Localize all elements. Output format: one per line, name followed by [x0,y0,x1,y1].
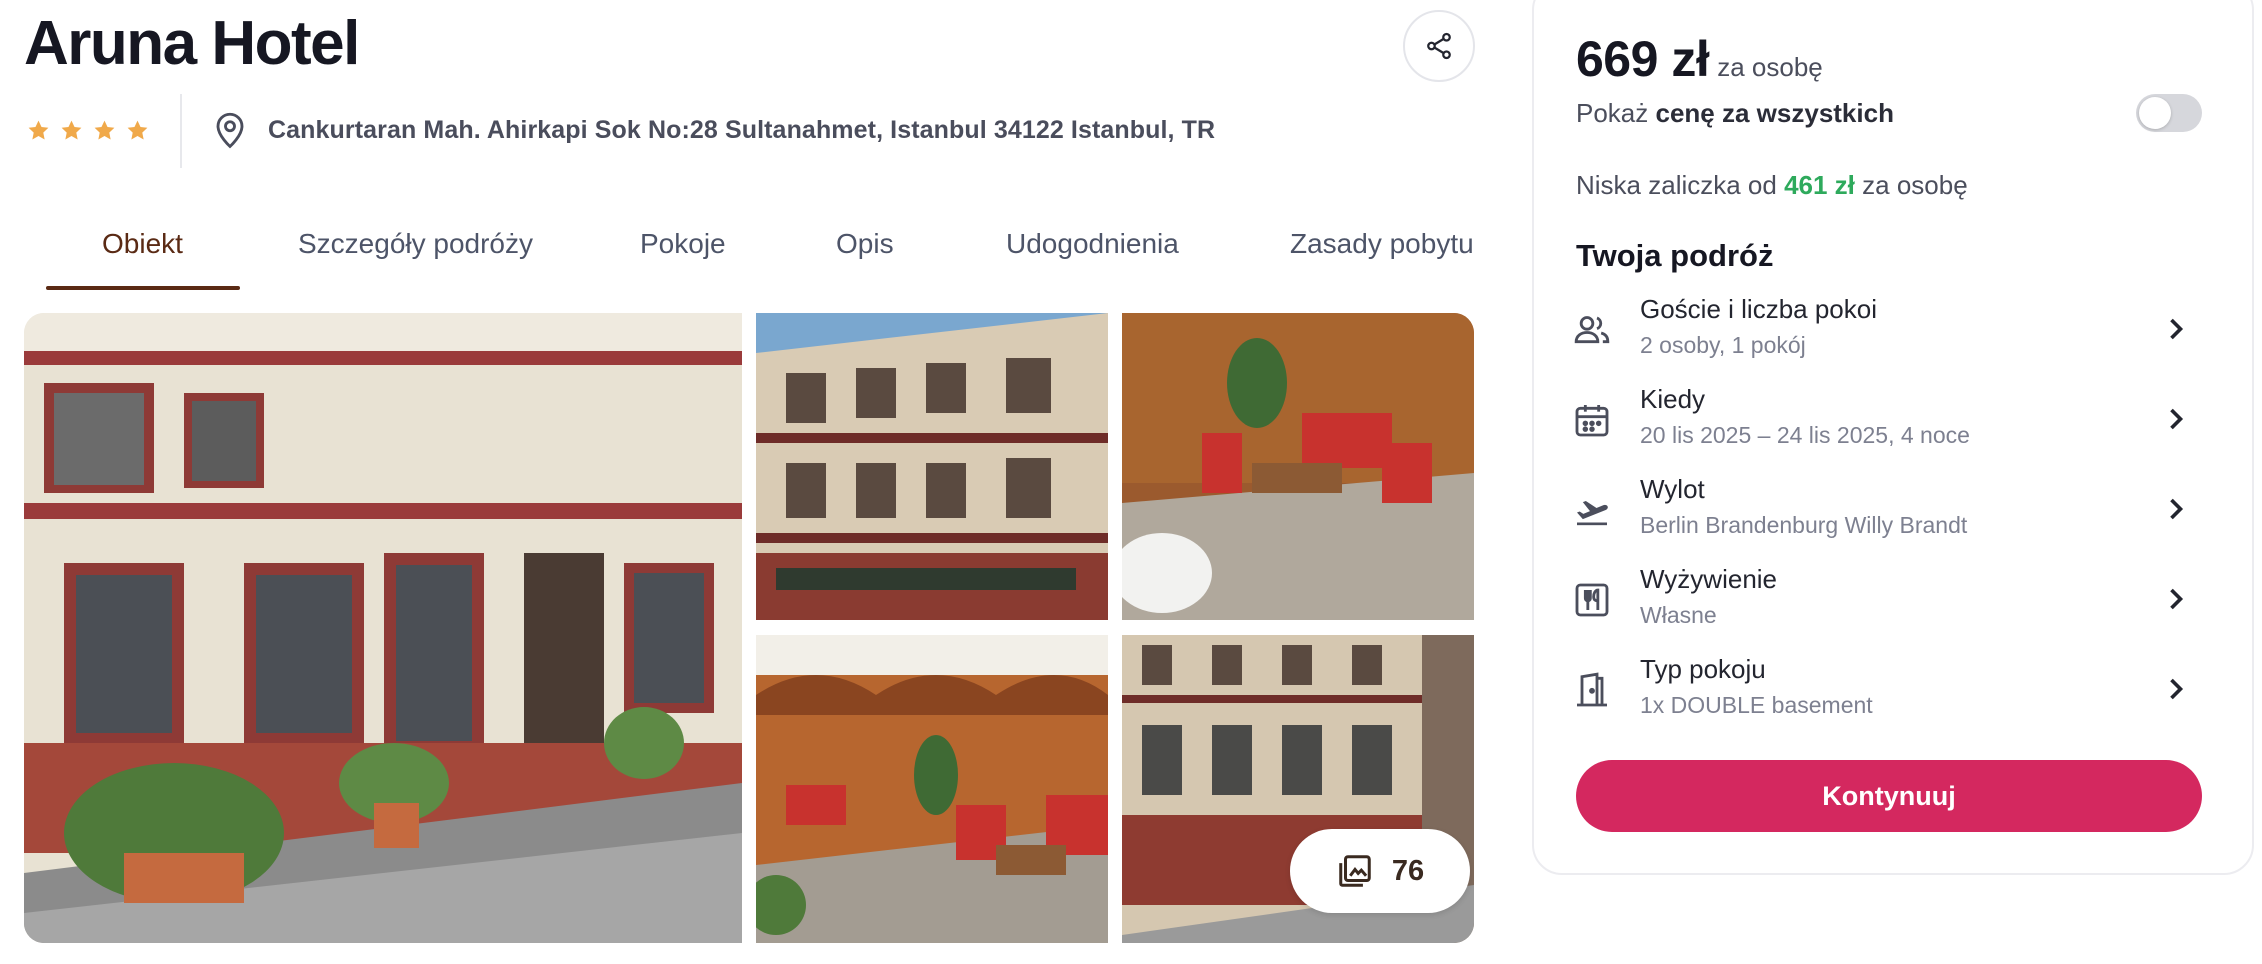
hotel-photo-courtyard[interactable] [756,635,1108,943]
deposit-suffix: za osobę [1854,170,1968,200]
chevron-right-icon [2170,498,2184,520]
trip-row-room-type[interactable]: Typ pokoju 1x DOUBLE basement [1568,654,2208,734]
trip-row-guests[interactable]: Goście i liczba pokoi 2 osoby, 1 pokój [1568,294,2208,374]
star-icon [127,120,148,140]
address-text: Cankurtaran Mah. Ahirkapi Sok No:28 Sult… [268,115,1216,144]
share-button[interactable] [1403,10,1475,82]
location-pin-icon [216,112,244,149]
deposit-amount: 461 zł [1784,170,1855,200]
toggle-knob [2139,97,2171,129]
plane-departure-icon [1577,501,1608,526]
star-icon [28,120,49,140]
meals-value: Własne [1640,602,1717,628]
chevron-right-icon [2170,678,2184,700]
divider [180,94,182,168]
star-rating [26,118,150,143]
trip-row-meals[interactable]: Wyżywienie Własne [1568,564,2208,644]
hotel-photo-terrace[interactable] [1122,313,1474,620]
meals-label: Wyżywienie [1640,564,1778,594]
trip-section-title: Twoja podróż [1576,238,1774,273]
guests-icon [1574,316,1610,344]
hotel-photo-exterior[interactable] [756,313,1108,620]
price-per-person-label: za osobę [1717,52,1823,82]
room-type-value: 1x DOUBLE basement [1640,692,1873,718]
tab-pokoje[interactable]: Pokoje [640,210,726,292]
departure-label: Wylot [1640,474,1705,504]
trip-row-dates[interactable]: Kiedy 20 lis 2025 – 24 lis 2025, 4 noce [1568,384,2208,464]
price: 669 zł [1576,31,1710,87]
price-row: 669 zł za osobę [1576,30,1823,88]
departure-value: Berlin Brandenburg Willy Brandt [1640,512,1968,538]
active-tab-indicator [46,286,240,290]
deposit-info: Niska zaliczka od 461 zł za osobę [1576,170,1968,201]
show-total-prefix: Pokaż [1576,98,1656,128]
hotel-title: Aruna Hotel [24,9,360,78]
meals-icon [1575,583,1609,617]
hotel-photo-main[interactable] [24,313,742,943]
guests-value: 2 osoby, 1 pokój [1640,332,1806,358]
guests-label: Goście i liczba pokoi [1640,294,1877,324]
tab-zasady-pobytu[interactable]: Zasady pobytu [1290,210,1474,292]
tab-udogodnienia[interactable]: Udogodnienia [1006,210,1179,292]
photo-count-button[interactable]: 76 [1290,829,1470,913]
star-icon [61,120,82,140]
show-total-price-toggle[interactable] [2136,94,2202,132]
deposit-prefix: Niska zaliczka od [1576,170,1785,200]
tab-szczegoly-podrozy[interactable]: Szczegóły podróży [298,210,533,292]
continue-button[interactable]: Kontynuuj [1576,760,2202,832]
dates-value: 20 lis 2025 – 24 lis 2025, 4 noce [1640,422,1970,448]
show-total-bold: cenę za wszystkich [1655,98,1894,128]
calendar-icon [1575,405,1609,437]
section-tabs: Obiekt Szczegóły podróży Pokoje Opis Udo… [46,210,1486,292]
chevron-right-icon [2170,318,2184,340]
photo-gallery: 76 [24,313,1474,943]
chevron-right-icon [2170,408,2184,430]
tab-obiekt[interactable]: Obiekt [102,210,183,292]
star-icon [94,120,115,140]
dates-label: Kiedy [1640,384,1706,414]
chevron-right-icon [2170,588,2184,610]
tab-opis[interactable]: Opis [836,210,894,292]
gallery-icon [1339,855,1371,887]
trip-row-departure[interactable]: Wylot Berlin Brandenburg Willy Brandt [1568,474,2208,554]
share-icon [1427,32,1451,60]
room-door-icon [1577,672,1607,707]
address: Cankurtaran Mah. Ahirkapi Sok No:28 Sult… [212,110,1215,150]
room-type-label: Typ pokoju [1640,654,1766,684]
photo-count: 76 [1391,854,1425,887]
show-total-price-label: Pokaż cenę za wszystkich [1576,98,1894,129]
